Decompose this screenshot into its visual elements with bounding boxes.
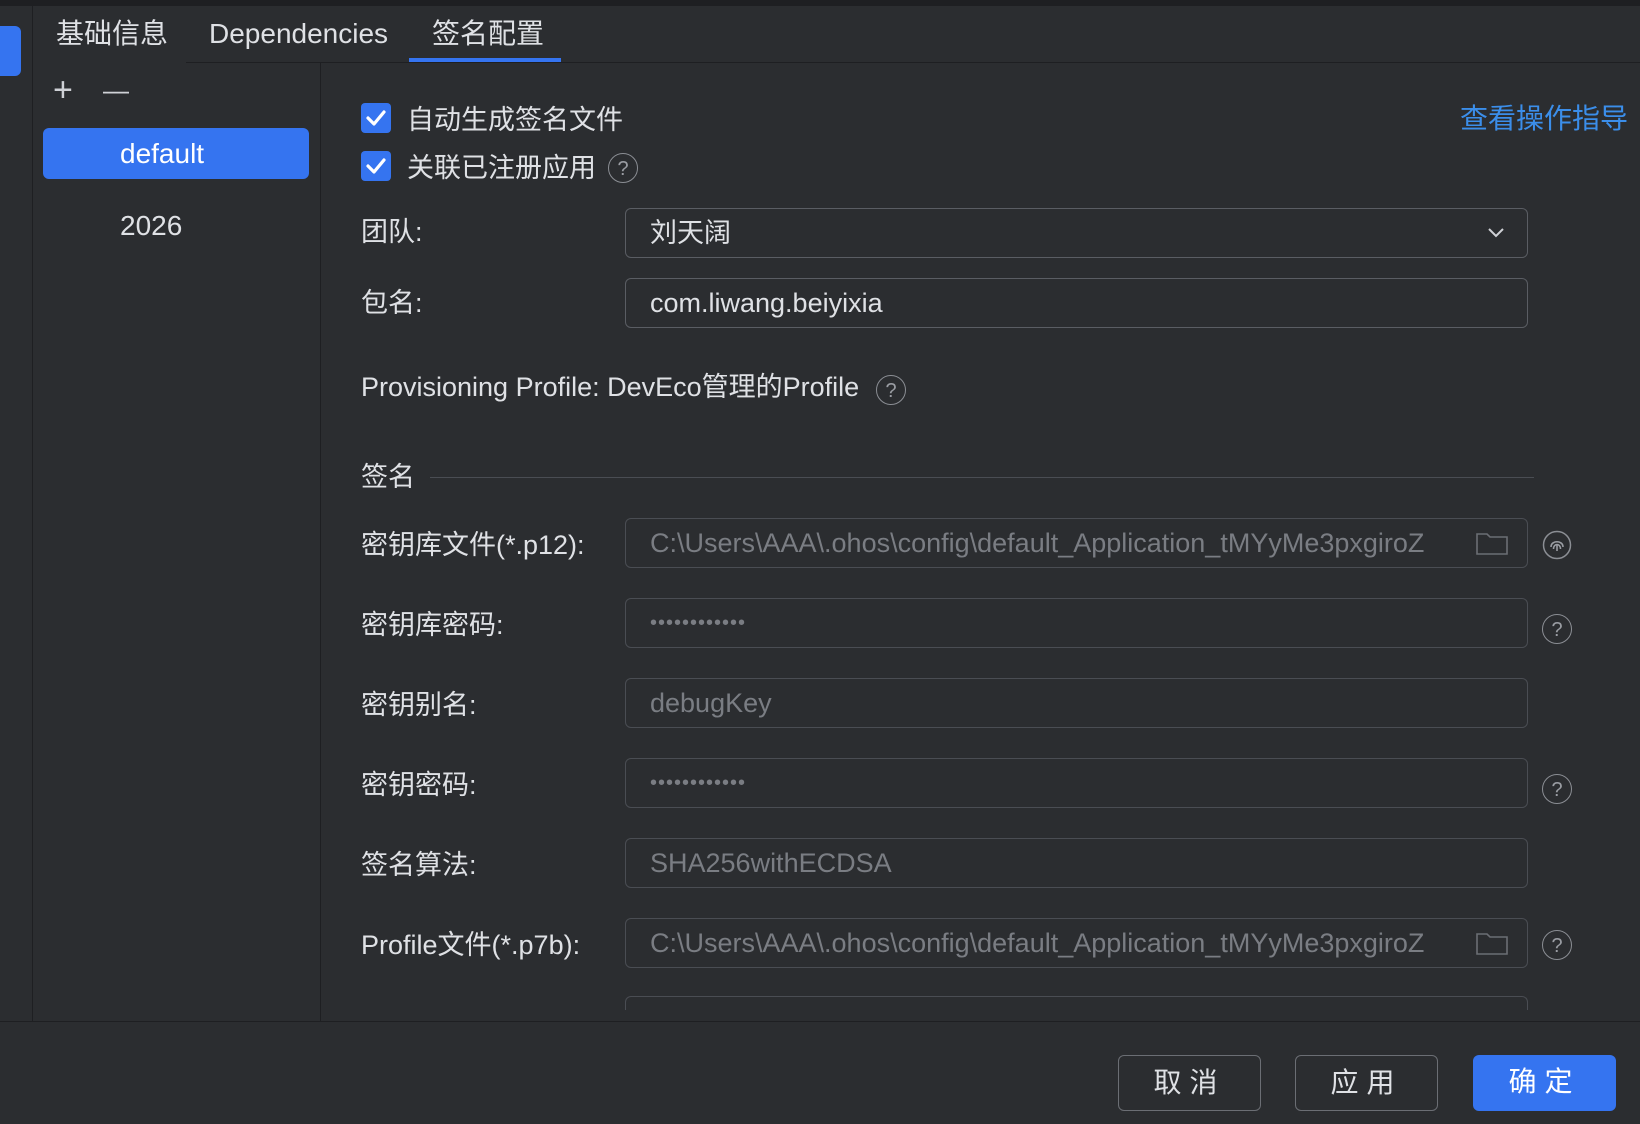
panel-divider [320, 63, 321, 1021]
next-field-partial [625, 996, 1528, 1010]
keystore-file-input[interactable]: C:\Users\AAA\.ohos\config\default_Applic… [625, 518, 1528, 568]
apply-button[interactable]: 应用 [1295, 1055, 1438, 1111]
key-alias-value: debugKey [650, 688, 772, 718]
keystore-password-value: •••••••••••• [650, 612, 747, 634]
keystore-password-help-icon[interactable]: ? [1542, 614, 1572, 644]
checkmark-icon [366, 158, 386, 174]
keystore-file-label: 密钥库文件(*.p12): [361, 530, 585, 560]
sign-algorithm-value: SHA256withECDSA [650, 848, 892, 878]
link-registered-help-icon[interactable]: ? [608, 153, 638, 183]
fingerprint-icon[interactable] [1542, 530, 1572, 560]
provisioning-profile-info: Provisioning Profile: DevEco管理的Profile [361, 372, 860, 402]
folder-icon[interactable] [1475, 530, 1509, 556]
profile-file-value: C:\Users\AAA\.ohos\config\default_Applic… [650, 928, 1425, 958]
cancel-button[interactable]: 取消 [1118, 1055, 1261, 1111]
keystore-password-label: 密钥库密码: [361, 610, 504, 640]
team-select-value: 刘天阔 [650, 218, 731, 248]
tab-dependencies[interactable]: Dependencies [209, 14, 388, 62]
remove-config-icon[interactable]: — [103, 70, 129, 110]
keystore-password-input[interactable]: •••••••••••• [625, 598, 1528, 648]
tab-basic-info[interactable]: 基础信息 [56, 14, 168, 62]
key-password-input[interactable]: •••••••••••• [625, 758, 1528, 808]
window-top-border [0, 0, 1640, 6]
bundle-name-input[interactable]: com.liwang.beiyixia [625, 278, 1528, 328]
left-selection-indicator [0, 26, 21, 76]
key-password-help-icon[interactable]: ? [1542, 774, 1572, 804]
tabs-divider [186, 62, 1640, 63]
link-registered-checkbox[interactable] [361, 151, 391, 181]
provisioning-profile-help-icon[interactable]: ? [876, 375, 906, 405]
auto-generate-checkbox[interactable] [361, 103, 391, 133]
sign-algorithm-input[interactable]: SHA256withECDSA [625, 838, 1528, 888]
ok-button[interactable]: 确定 [1473, 1055, 1616, 1111]
profile-file-input[interactable]: C:\Users\AAA\.ohos\config\default_Applic… [625, 918, 1528, 968]
config-item-2026[interactable]: 2026 [43, 200, 309, 251]
auto-generate-label: 自动生成签名文件 [407, 105, 623, 135]
sign-algorithm-label: 签名算法: [361, 850, 477, 880]
team-select[interactable]: 刘天阔 [625, 208, 1528, 258]
tab-signing-config[interactable]: 签名配置 [432, 14, 544, 62]
key-alias-label: 密钥别名: [361, 690, 477, 720]
profile-file-help-icon[interactable]: ? [1542, 930, 1572, 960]
key-password-label: 密钥密码: [361, 770, 477, 800]
checkmark-icon [366, 110, 386, 126]
bundle-name-label: 包名: [361, 288, 423, 318]
key-alias-input[interactable]: debugKey [625, 678, 1528, 728]
config-item-label: default [120, 138, 205, 169]
bundle-name-value: com.liwang.beiyixia [650, 288, 883, 318]
add-config-icon[interactable]: + [53, 70, 73, 110]
folder-icon[interactable] [1475, 930, 1509, 956]
chevron-down-icon [1488, 228, 1504, 238]
config-item-default[interactable]: default [43, 128, 309, 179]
link-registered-label: 关联已注册应用 [407, 153, 596, 183]
section-divider [430, 477, 1534, 478]
config-item-label: 2026 [120, 210, 183, 241]
left-gutter [0, 6, 33, 1022]
footer-divider [0, 1021, 1640, 1022]
keystore-file-value: C:\Users\AAA\.ohos\config\default_Applic… [650, 528, 1425, 558]
key-password-value: •••••••••••• [650, 772, 747, 794]
sign-section-title: 签名 [361, 462, 415, 492]
team-label: 团队: [361, 217, 423, 247]
view-guide-link[interactable]: 查看操作指导 [1460, 101, 1628, 137]
profile-file-label: Profile文件(*.p7b): [361, 930, 581, 960]
